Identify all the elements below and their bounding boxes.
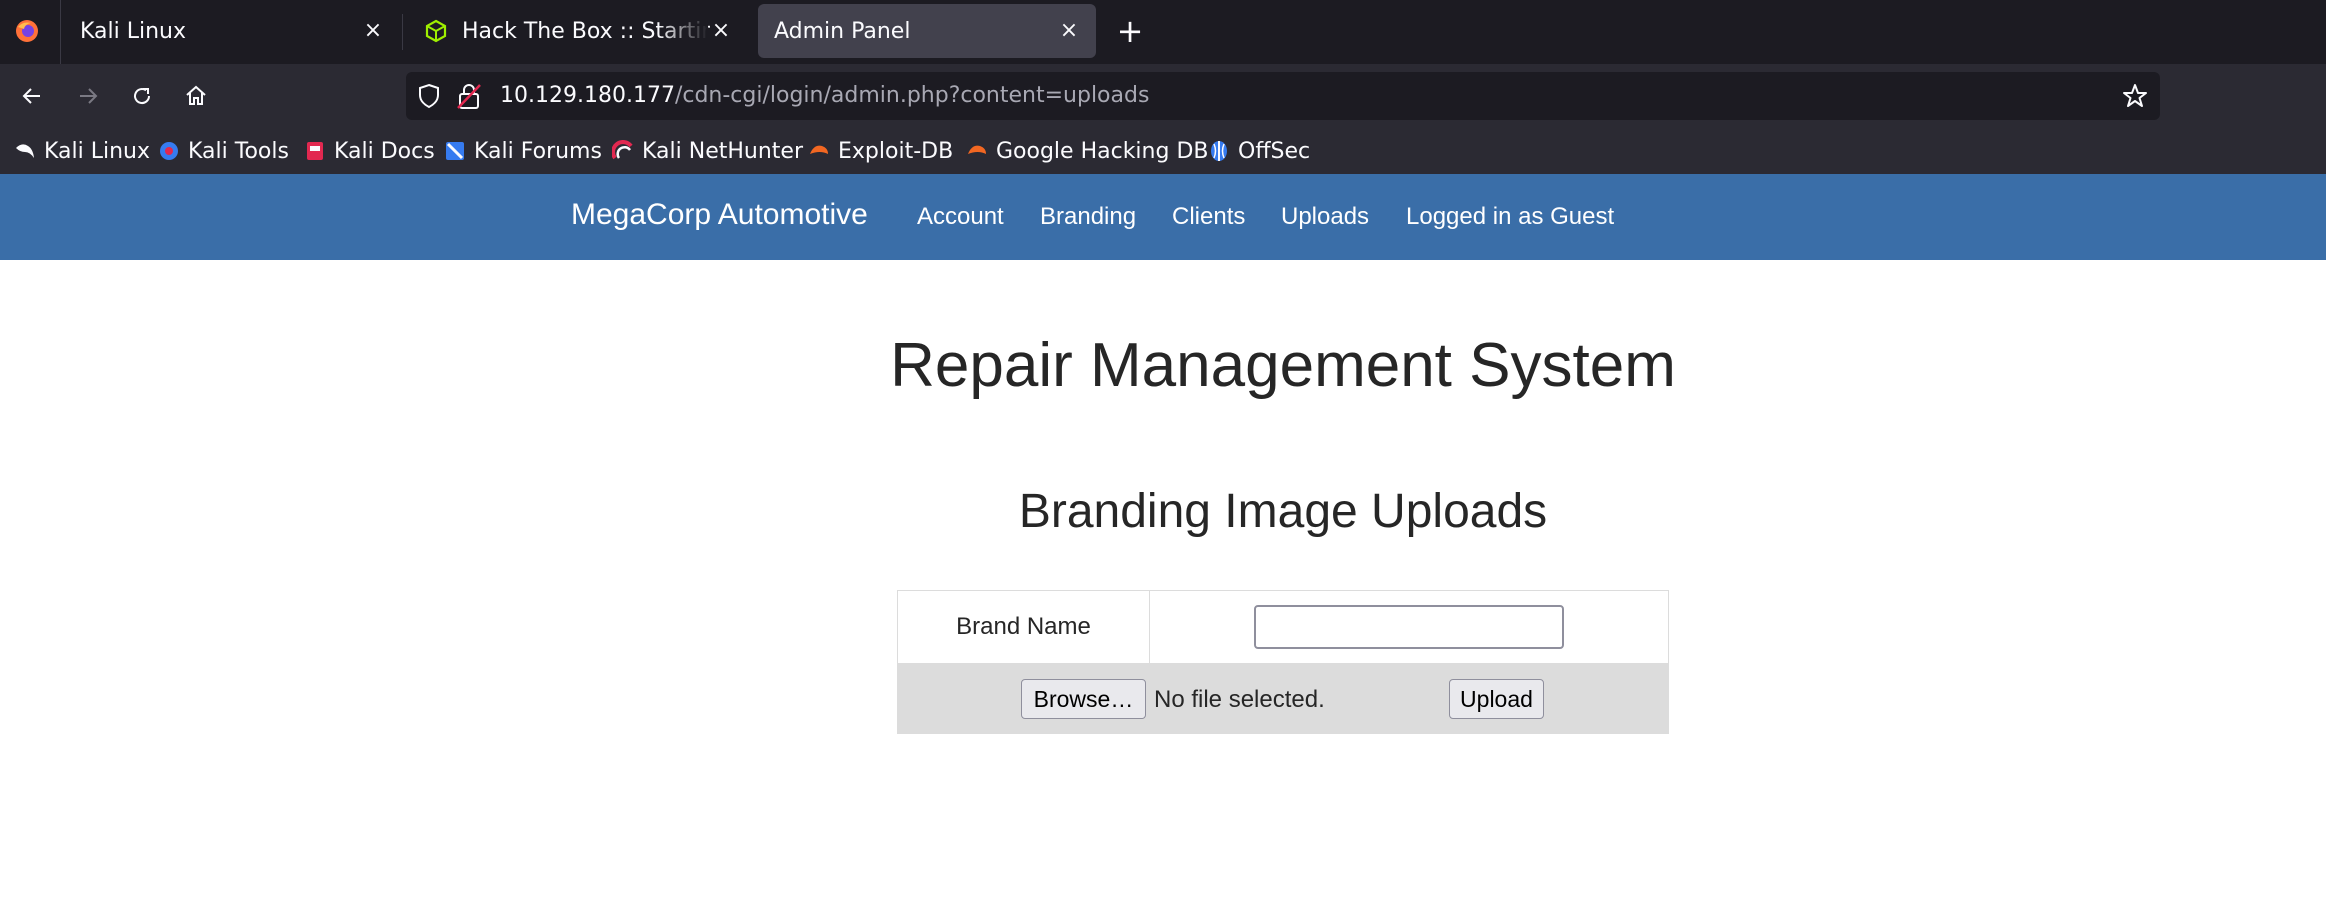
- tab-close-icon[interactable]: ×: [360, 17, 386, 43]
- page-title: Repair Management System: [890, 331, 1676, 400]
- tab-title: Admin Panel: [774, 18, 911, 44]
- tab-separator: [402, 14, 403, 50]
- reload-icon: [134, 88, 151, 105]
- kali-forums-icon: [446, 142, 464, 160]
- reload-button[interactable]: [124, 78, 160, 114]
- bookmark-kali-linux[interactable]: Kali Linux: [14, 136, 150, 166]
- upload-button[interactable]: Upload: [1449, 679, 1544, 719]
- url-path: /cdn-cgi/login/admin.php?content=uploads: [674, 83, 1150, 108]
- bookmark-offsec[interactable]: OffSec: [1208, 136, 1310, 166]
- browse-button[interactable]: Browse…: [1021, 679, 1146, 719]
- nav-logged-in-status[interactable]: Logged in as Guest: [1406, 203, 1614, 231]
- tab-bar: Kali Linux × Hack The Box :: Starting Po…: [0, 0, 2326, 64]
- brand-name-input[interactable]: [1254, 605, 1564, 649]
- bookmark-label: Kali Forums: [474, 138, 602, 164]
- tab-close-icon[interactable]: ×: [708, 17, 734, 43]
- firefox-menu-icon[interactable]: [14, 18, 40, 44]
- kali-docs-icon: [307, 142, 323, 160]
- tab-title-fade: [658, 4, 708, 58]
- shield-icon[interactable]: [416, 83, 442, 109]
- nav-link-uploads[interactable]: Uploads: [1281, 203, 1369, 231]
- bookmark-kali-nethunter[interactable]: Kali NetHunter: [612, 136, 803, 166]
- home-button[interactable]: [178, 78, 214, 114]
- bookmark-label: Kali Docs: [334, 138, 435, 164]
- site-brand[interactable]: MegaCorp Automotive: [571, 198, 868, 232]
- ghdb-icon: [968, 145, 986, 154]
- kali-dragon-icon: [16, 144, 34, 158]
- bookmarks-toolbar: Kali Linux Kali Tools Kali Docs Kali For…: [0, 128, 2326, 174]
- section-title: Branding Image Uploads: [1018, 485, 1548, 538]
- home-icon: [186, 85, 206, 105]
- tab-title: Kali Linux: [80, 18, 187, 44]
- htb-cube-icon: [425, 19, 447, 43]
- upload-form: Brand Name Browse… No file selected. Upl…: [897, 590, 1669, 734]
- offsec-icon: [1211, 141, 1227, 161]
- url-text[interactable]: 10.129.180.177/cdn-cgi/login/admin.php?c…: [500, 82, 1149, 110]
- tab-admin-panel[interactable]: Admin Panel ×: [758, 4, 1096, 58]
- nav-link-branding[interactable]: Branding: [1040, 203, 1136, 231]
- kali-tools-icon: [160, 142, 178, 160]
- kali-nethunter-icon: [612, 140, 633, 160]
- new-tab-button[interactable]: +: [1114, 15, 1146, 48]
- nav-link-clients[interactable]: Clients: [1172, 203, 1245, 231]
- back-button[interactable]: [14, 78, 50, 114]
- bookmark-label: Google Hacking DB: [996, 138, 1209, 164]
- bookmark-exploit-db[interactable]: Exploit-DB: [808, 136, 953, 166]
- navigation-bar: 10.129.180.177/cdn-cgi/login/admin.php?c…: [0, 64, 2326, 128]
- tab-close-icon[interactable]: ×: [1056, 17, 1082, 43]
- url-bar[interactable]: 10.129.180.177/cdn-cgi/login/admin.php?c…: [406, 72, 2160, 120]
- bookmark-label: OffSec: [1238, 138, 1311, 164]
- tab-separator: [60, 0, 61, 64]
- bookmark-star-icon[interactable]: [2122, 83, 2148, 109]
- site-navbar: MegaCorp Automotive Account Branding Cli…: [0, 174, 2326, 260]
- bookmark-google-hacking-db[interactable]: Google Hacking DB: [966, 136, 1208, 166]
- file-upload-row: Browse… No file selected. Upload: [898, 663, 1668, 733]
- insecure-lock-icon[interactable]: [456, 82, 482, 110]
- exploit-db-icon: [810, 145, 828, 154]
- nav-link-account[interactable]: Account: [917, 203, 1004, 231]
- tab-kali-linux[interactable]: Kali Linux ×: [64, 4, 400, 58]
- bookmark-kali-forums[interactable]: Kali Forums: [444, 136, 602, 166]
- bookmark-label: Kali NetHunter: [642, 138, 803, 164]
- arrow-right-icon: [80, 88, 98, 104]
- bookmark-label: Exploit-DB: [838, 138, 954, 164]
- bookmark-label: Kali Tools: [188, 138, 289, 164]
- bookmark-kali-docs[interactable]: Kali Docs: [304, 136, 435, 166]
- file-status-text: No file selected.: [1154, 686, 1325, 713]
- forward-button[interactable]: [70, 78, 106, 114]
- bookmark-label: Kali Linux: [44, 138, 151, 164]
- tab-hack-the-box[interactable]: Hack The Box :: Starting Point ×: [408, 4, 748, 58]
- bookmark-kali-tools[interactable]: Kali Tools: [158, 136, 289, 166]
- brand-name-label: Brand Name: [898, 591, 1150, 663]
- url-host: 10.129.180.177: [500, 83, 675, 108]
- arrow-left-icon: [22, 88, 40, 104]
- brand-name-row: Brand Name: [898, 591, 1668, 663]
